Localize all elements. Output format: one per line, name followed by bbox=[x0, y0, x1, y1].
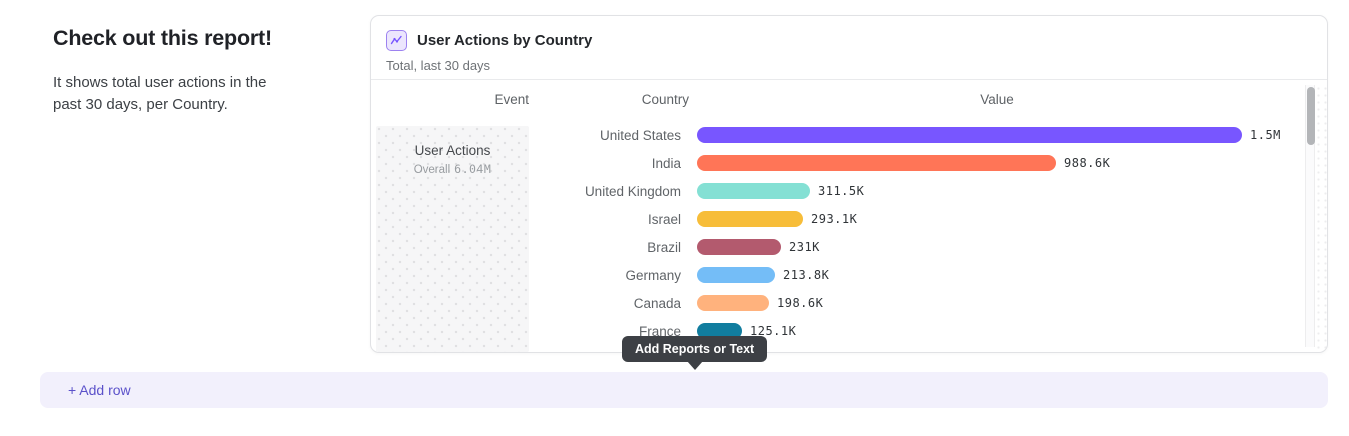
chart-scrollbar-thumb[interactable] bbox=[1307, 87, 1315, 145]
value-label: 1.5M bbox=[1250, 128, 1281, 142]
value-label: 231K bbox=[789, 240, 820, 254]
country-label: Brazil bbox=[371, 240, 681, 255]
value-label: 198.6K bbox=[777, 296, 823, 310]
bar-and-value: 198.6K bbox=[697, 295, 823, 311]
bar-brazil[interactable] bbox=[697, 239, 781, 255]
chart-row: United Kingdom 311.5K bbox=[371, 177, 1297, 205]
value-label: 293.1K bbox=[811, 212, 857, 226]
country-label: United States bbox=[371, 128, 681, 143]
bar-canada[interactable] bbox=[697, 295, 769, 311]
chart-row: United States 1.5M bbox=[371, 121, 1297, 149]
bar-united-states[interactable] bbox=[697, 127, 1242, 143]
bar-and-value: 988.6K bbox=[697, 155, 1110, 171]
bar-and-value: 231K bbox=[697, 239, 820, 255]
bar-india[interactable] bbox=[697, 155, 1056, 171]
country-label: Germany bbox=[371, 268, 681, 283]
report-subtitle: Total, last 30 days bbox=[386, 58, 1312, 73]
bar-and-value: 213.8K bbox=[697, 267, 829, 283]
chart-scrollbar-track[interactable] bbox=[1305, 85, 1315, 347]
country-label: United Kingdom bbox=[371, 184, 681, 199]
add-row-button[interactable]: + Add row bbox=[40, 372, 1328, 408]
column-header-country: Country bbox=[529, 92, 689, 107]
report-card-header[interactable]: User Actions by Country Total, last 30 d… bbox=[371, 16, 1327, 80]
card-edge-texture bbox=[1315, 85, 1327, 352]
value-label: 213.8K bbox=[783, 268, 829, 282]
chart-row: France125.1K bbox=[371, 317, 1297, 345]
country-label: Israel bbox=[371, 212, 681, 227]
bar-rows: United States 1.5M India 988.6K United Kingd… bbox=[371, 121, 1297, 345]
bar-united-kingdom[interactable] bbox=[697, 183, 810, 199]
line-chart-icon bbox=[386, 30, 407, 51]
column-header-value: Value bbox=[697, 92, 1297, 107]
bar-chart-area: Event Country Value User Actions Overall… bbox=[371, 80, 1327, 352]
country-label: India bbox=[371, 156, 681, 171]
country-label: Canada bbox=[371, 296, 681, 311]
add-reports-tooltip: Add Reports or Text bbox=[622, 336, 767, 362]
intro-heading: Check out this report! bbox=[53, 26, 303, 51]
chart-row: India 988.6K bbox=[371, 149, 1297, 177]
bar-and-value: 1.5M bbox=[697, 127, 1281, 143]
chart-row: Israel 293.1K bbox=[371, 205, 1297, 233]
bar-and-value: 293.1K bbox=[697, 211, 857, 227]
intro-body: It shows total user actions in the past … bbox=[53, 72, 293, 115]
chart-row: Brazil 231K bbox=[371, 233, 1297, 261]
report-title: User Actions by Country bbox=[417, 32, 592, 49]
bar-and-value: 311.5K bbox=[697, 183, 864, 199]
report-card[interactable]: User Actions by Country Total, last 30 d… bbox=[370, 15, 1328, 353]
intro-text-block: Check out this report! It shows total us… bbox=[53, 26, 303, 115]
chart-row: Germany 213.8K bbox=[371, 261, 1297, 289]
column-header-event: Event bbox=[376, 92, 529, 107]
dashboard-page: Check out this report! It shows total us… bbox=[0, 0, 1349, 436]
tooltip-label: Add Reports or Text bbox=[635, 342, 754, 356]
value-label: 311.5K bbox=[818, 184, 864, 198]
add-row-label: + Add row bbox=[68, 382, 131, 398]
value-label: 988.6K bbox=[1064, 156, 1110, 170]
bar-germany[interactable] bbox=[697, 267, 775, 283]
bar-israel[interactable] bbox=[697, 211, 803, 227]
chart-row: Canada 198.6K bbox=[371, 289, 1297, 317]
